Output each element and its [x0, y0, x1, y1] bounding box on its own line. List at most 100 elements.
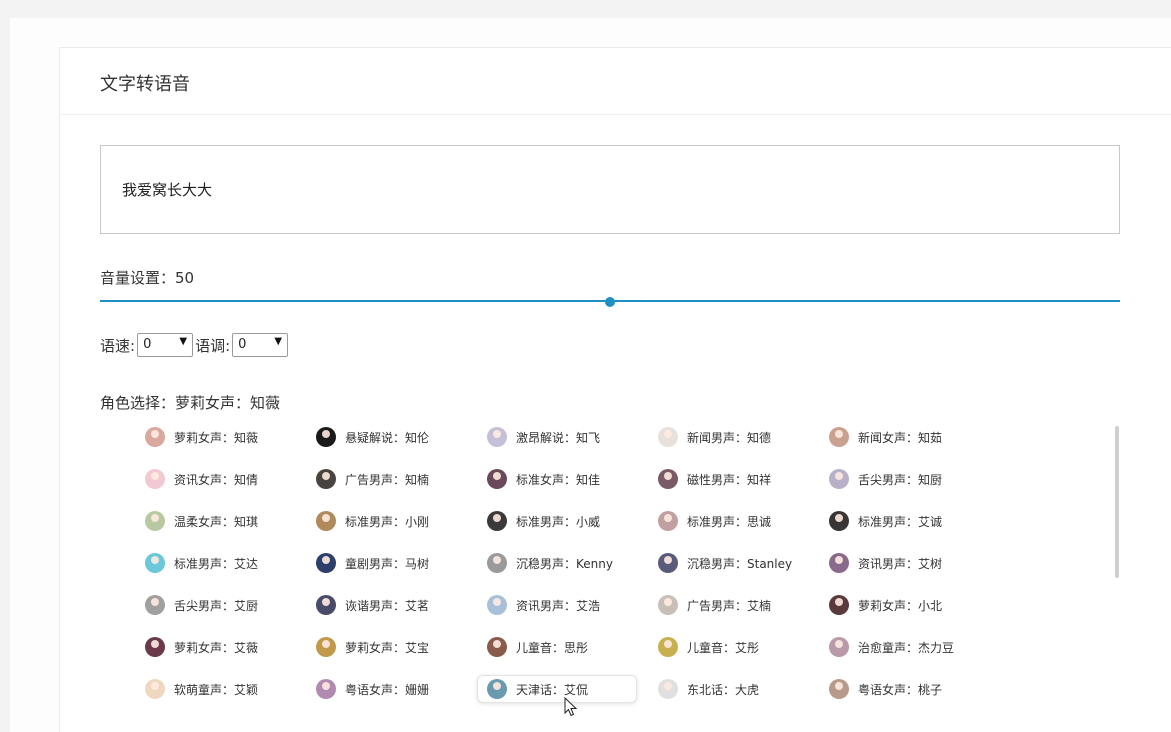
voice-option-label: 资讯男声：艾浩: [516, 598, 601, 613]
voice-avatar-icon: [829, 637, 849, 657]
voice-option-label: 新闻男声：知德: [687, 430, 772, 445]
voice-avatar-icon: [658, 595, 678, 615]
speed-select[interactable]: 0 ▼: [137, 333, 194, 357]
voice-option-label: 东北话：大虎: [687, 682, 760, 697]
voice-option[interactable]: 广告男声：艾楠: [658, 591, 818, 619]
card-title: 文字转语音: [100, 74, 190, 95]
voice-option[interactable]: 资讯男声：艾树: [829, 549, 989, 577]
voice-avatar-icon: [658, 427, 678, 447]
voice-option-label: 萝莉女声：小北: [858, 598, 943, 613]
voice-option-label: 磁性男声：知祥: [687, 472, 772, 487]
voice-option[interactable]: 软萌童声：艾颖: [145, 675, 305, 703]
voice-avatar-icon: [316, 511, 336, 531]
voice-option[interactable]: 粤语女声：桃子: [829, 675, 989, 703]
voice-option[interactable]: 儿童音：艾彤: [658, 633, 818, 661]
speed-select-value: 0: [143, 337, 152, 352]
voice-option[interactable]: 新闻女声：知茹: [829, 423, 989, 451]
voice-avatar-icon: [487, 595, 507, 615]
mouse-cursor-icon: [564, 697, 578, 717]
voice-option-label: 软萌童声：艾颖: [174, 682, 259, 697]
voice-option[interactable]: 标准男声：思诚: [658, 507, 818, 535]
voice-avatar-icon: [487, 679, 507, 699]
voice-avatar-icon: [145, 679, 165, 699]
voice-option[interactable]: 舌尖男声：艾厨: [145, 591, 305, 619]
voice-option-label: 治愈童声：杰力豆: [858, 640, 955, 655]
voice-option-label: 广告男声：知楠: [345, 472, 430, 487]
voice-avatar-icon: [487, 469, 507, 489]
speed-label: 语速:: [100, 336, 136, 355]
voice-option[interactable]: 治愈童声：杰力豆: [829, 633, 989, 661]
voice-option[interactable]: 广告男声：知楠: [316, 465, 476, 493]
voice-option-label: 标准男声：艾达: [174, 556, 259, 571]
voice-option[interactable]: 诙谐男声：艾茗: [316, 591, 476, 619]
voice-option[interactable]: 舌尖男声：知厨: [829, 465, 989, 493]
voice-avatar-icon: [316, 679, 336, 699]
voice-option[interactable]: 萝莉女声：艾薇: [145, 633, 305, 661]
volume-label: 音量设置：50: [100, 269, 195, 287]
voice-option-label: 资讯女声：知倩: [174, 472, 259, 487]
voice-option[interactable]: 沉稳男声：Kenny: [487, 549, 647, 577]
pitch-label: 语调:: [195, 336, 231, 355]
voice-avatar-icon: [487, 553, 507, 573]
card-header: [60, 48, 1171, 115]
voice-avatar-icon: [829, 679, 849, 699]
voice-option-label: 标准男声：艾诚: [858, 514, 943, 529]
voice-option[interactable]: 资讯男声：艾浩: [487, 591, 647, 619]
dropdown-arrow-icon: ▼: [179, 336, 188, 347]
voice-avatar-icon: [829, 595, 849, 615]
voice-option-label: 温柔女声：知琪: [174, 514, 259, 529]
voice-avatar-icon: [316, 595, 336, 615]
voice-avatar-icon: [487, 511, 507, 531]
voice-option-label: 标准女声：知佳: [516, 472, 601, 487]
voice-option[interactable]: 新闻男声：知德: [658, 423, 818, 451]
voice-option-label: 童剧男声：马树: [345, 556, 430, 571]
voice-option[interactable]: 磁性男声：知祥: [658, 465, 818, 493]
voice-option[interactable]: 激昂解说：知飞: [487, 423, 647, 451]
voice-option-label: 广告男声：艾楠: [687, 598, 772, 613]
voice-avatar-icon: [145, 511, 165, 531]
voice-option-label: 沉稳男声：Stanley: [687, 556, 793, 571]
voice-option[interactable]: 沉稳男声：Stanley: [658, 549, 818, 577]
voice-option[interactable]: 标准女声：知佳: [487, 465, 647, 493]
voice-option-label: 粤语女声：姗姗: [345, 682, 430, 697]
voice-avatar-icon: [316, 469, 336, 489]
voice-option-label: 萝莉女声：艾薇: [174, 640, 259, 655]
voice-option-label: 天津话：艾侃: [516, 682, 589, 697]
voice-option-label: 儿童音：思彤: [516, 640, 589, 655]
voice-list-scrollbar[interactable]: [1115, 426, 1119, 578]
voice-avatar-icon: [316, 427, 336, 447]
voice-option[interactable]: 东北话：大虎: [658, 675, 818, 703]
voice-option[interactable]: 资讯女声：知倩: [145, 465, 305, 493]
voice-option[interactable]: 童剧男声：马树: [316, 549, 476, 577]
voice-option[interactable]: 标准男声：小威: [487, 507, 647, 535]
voice-avatar-icon: [658, 679, 678, 699]
volume-slider-handle[interactable]: [605, 297, 615, 307]
voice-option-label: 标准男声：小刚: [345, 514, 430, 529]
pitch-select-value: 0: [238, 337, 247, 352]
voice-avatar-icon: [316, 553, 336, 573]
text-input[interactable]: 我爱窝长大大: [100, 145, 1120, 234]
voice-option[interactable]: 萝莉女声：小北: [829, 591, 989, 619]
pitch-select[interactable]: 0 ▼: [232, 333, 289, 357]
voice-avatar-icon: [145, 595, 165, 615]
voice-option[interactable]: 粤语女声：姗姗: [316, 675, 476, 703]
voice-option-label: 舌尖男声：知厨: [858, 472, 943, 487]
voice-option[interactable]: 天津话：艾侃: [477, 675, 637, 703]
voice-option-label: 儿童音：艾彤: [687, 640, 760, 655]
speed-pitch-row: 语速: 0 ▼ 语调: 0 ▼: [100, 333, 290, 357]
voice-avatar-icon: [829, 427, 849, 447]
voice-option[interactable]: 标准男声：艾诚: [829, 507, 989, 535]
voice-option[interactable]: 萝莉女声：艾宝: [316, 633, 476, 661]
text-input-value: 我爱窝长大大: [122, 181, 213, 199]
voice-option[interactable]: 萝莉女声：知薇: [145, 423, 305, 451]
voice-avatar-icon: [658, 511, 678, 531]
voice-option-label: 标准男声：思诚: [687, 514, 772, 529]
voice-option[interactable]: 悬疑解说：知伦: [316, 423, 476, 451]
voice-option[interactable]: 温柔女声：知琪: [145, 507, 305, 535]
voice-option[interactable]: 标准男声：小刚: [316, 507, 476, 535]
voice-avatar-icon: [658, 553, 678, 573]
voice-option[interactable]: 标准男声：艾达: [145, 549, 305, 577]
voice-avatar-icon: [829, 511, 849, 531]
voice-option-label: 粤语女声：桃子: [858, 682, 943, 697]
voice-option[interactable]: 儿童音：思彤: [487, 633, 647, 661]
